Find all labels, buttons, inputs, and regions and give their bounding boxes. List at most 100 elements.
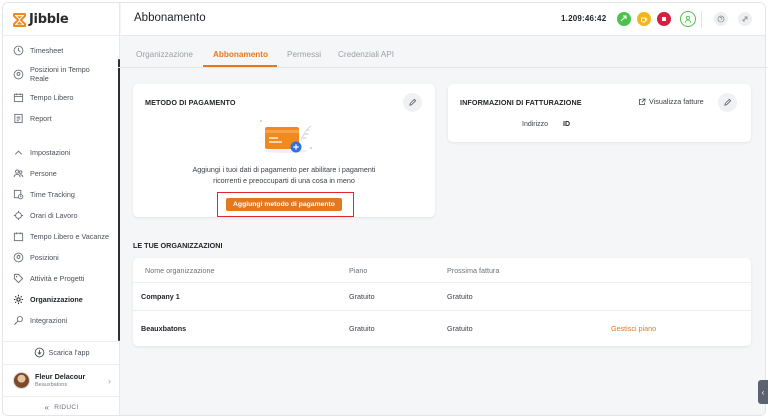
tag-icon xyxy=(12,273,24,285)
organizations-title: LE TUE ORGANIZZAZIONI xyxy=(133,241,223,250)
stop-icon xyxy=(662,17,666,21)
column-header-next-invoice: Prossima fattura xyxy=(447,265,500,275)
payment-method-title: METODO DI PAGAMENTO xyxy=(145,98,236,107)
sidebar-item-timesheet[interactable]: Timesheet xyxy=(3,40,120,61)
sidebar-item-time-off[interactable]: Tempo Libero xyxy=(3,87,120,108)
sidebar-item-label: Posizioni in Tempo Reale xyxy=(30,65,90,83)
vacation-icon xyxy=(12,231,24,243)
sidebar-scrollbar[interactable] xyxy=(118,59,120,341)
sidebar-item-label: Integrazioni xyxy=(30,316,68,325)
collapse-sidebar-button[interactable]: « RIDUCI xyxy=(3,396,120,415)
table-header-row: Nome organizzazione Piano Prossima fattu… xyxy=(133,258,751,283)
sidebar-section-settings[interactable]: Impostazioni xyxy=(3,142,120,163)
settings-nav: Impostazioni Persone Time Tracking Orari… xyxy=(3,142,120,331)
sidebar-item-label: Report xyxy=(30,114,52,123)
org-next-invoice: Gratuito xyxy=(447,324,473,333)
sidebar-item-time-tracking[interactable]: Time Tracking xyxy=(3,184,120,205)
edit-billing-button[interactable] xyxy=(718,93,737,112)
table-row[interactable]: Company 1 Gratuito Gratuito xyxy=(133,283,751,311)
gear-icon xyxy=(12,294,24,306)
avatar xyxy=(13,372,30,389)
collapse-label: RIDUCI xyxy=(54,403,79,411)
org-next-invoice: Gratuito xyxy=(447,292,473,301)
org-plan: Gratuito xyxy=(349,324,375,333)
org-name: Company 1 xyxy=(141,292,180,301)
download-app-button[interactable]: Scarica l'app xyxy=(3,341,120,363)
app-name: Jibble xyxy=(29,12,69,27)
column-header-name: Nome organizzazione xyxy=(145,265,215,275)
sidebar-item-label: Tempo Libero xyxy=(30,93,74,102)
view-invoices-link[interactable]: Visualizza fatture xyxy=(638,97,704,106)
chevron-left-icon: ‹ xyxy=(761,387,765,397)
sidebar-item-activities-projects[interactable]: Attività e Progetti xyxy=(3,268,120,289)
jibble-logo[interactable]: Jibble xyxy=(13,12,69,27)
sidebar-item-people[interactable]: Persone xyxy=(3,163,120,184)
calendar-icon xyxy=(12,92,24,104)
user-menu[interactable]: Fleur Delacour Beauxbatons › xyxy=(3,364,120,396)
sidebar-item-time-off-holidays[interactable]: Tempo Libero e Vacanze xyxy=(3,226,120,247)
table-row[interactable]: Beauxbatons Gratuito Gratuito Gestisci p… xyxy=(133,311,751,346)
sidebar-item-report[interactable]: Report xyxy=(3,108,120,129)
sidebar-item-locations[interactable]: Posizioni xyxy=(3,247,120,268)
double-chevron-left-icon: « xyxy=(44,402,50,412)
integrations-icon xyxy=(12,315,24,327)
clock-out-button[interactable] xyxy=(657,12,671,26)
person-clock-icon xyxy=(684,15,691,23)
location-icon xyxy=(12,252,24,264)
column-header-plan: Piano xyxy=(349,265,368,275)
sidebar-item-label: Time Tracking xyxy=(30,190,75,199)
payment-description: Aggiungi i tuoi dati di pagamento per ab… xyxy=(133,164,435,186)
manage-plan-link[interactable]: Gestisci piano xyxy=(611,311,656,346)
pencil-icon xyxy=(724,98,732,106)
page-title: Abbonamento xyxy=(134,12,206,24)
header-divider xyxy=(701,11,702,28)
clock-icon xyxy=(12,45,24,57)
time-tracking-icon xyxy=(12,189,24,201)
address-label: Indirizzo xyxy=(522,121,549,128)
payment-description-line-1: Aggiungi i tuoi dati di pagamento per ab… xyxy=(192,165,376,174)
clocked-in-status-button[interactable] xyxy=(680,11,696,27)
tabs-divider xyxy=(118,67,768,68)
org-plan: Gratuito xyxy=(349,292,375,301)
sidebar-item-label: Persone xyxy=(30,169,57,178)
clock-in-button[interactable] xyxy=(617,12,631,26)
main-nav: Timesheet Posizioni in Tempo Reale Tempo… xyxy=(3,40,120,129)
location-icon xyxy=(12,68,24,80)
billing-info-title: INFORMAZIONI DI FATTURAZIONE xyxy=(460,98,582,107)
add-payment-method-button[interactable]: Aggiungi metodo di pagamento xyxy=(226,198,342,211)
sidebar-section-label: Impostazioni xyxy=(30,148,71,157)
timer-display: 1.209:46:42 xyxy=(561,14,607,23)
logo-divider xyxy=(3,35,120,36)
report-icon xyxy=(12,113,24,125)
people-icon xyxy=(12,168,24,180)
sidebar-item-integrations[interactable]: Integrazioni xyxy=(3,310,120,331)
break-button[interactable] xyxy=(637,12,651,26)
sidebar-item-live-locations[interactable]: Posizioni in Tempo Reale xyxy=(3,61,120,87)
sidebar-item-label: Orari di Lavoro xyxy=(30,211,78,220)
sidebar-item-label: Tempo Libero e Vacanze xyxy=(30,232,109,241)
sidebar-item-label: Posizioni xyxy=(30,253,59,262)
help-button[interactable] xyxy=(714,12,728,26)
sidebar-item-organization[interactable]: Organizzazione xyxy=(3,289,120,310)
organizations-table: Nome organizzazione Piano Prossima fattu… xyxy=(133,258,751,346)
user-org: Beauxbatons xyxy=(35,382,68,388)
sidebar: Jibble Timesheet Posizioni in Tempo Real… xyxy=(3,3,120,415)
external-link-icon xyxy=(639,98,646,105)
activity-button[interactable] xyxy=(738,12,752,26)
billing-info-card: INFORMAZIONI DI FATTURAZIONE Visualizza … xyxy=(448,84,751,142)
pencil-icon xyxy=(409,98,417,106)
address-value: ID xyxy=(563,121,570,128)
payment-description-line-2: ricorrenti e preoccuparti di una cosa in… xyxy=(213,176,355,185)
work-schedule-icon xyxy=(12,210,24,222)
org-name: Beauxbatons xyxy=(141,324,187,333)
rocket-icon xyxy=(742,16,748,22)
chevron-right-icon: › xyxy=(108,376,111,386)
user-name: Fleur Delacour xyxy=(35,372,86,381)
side-panel-toggle[interactable]: ‹ xyxy=(758,380,768,404)
sidebar-item-work-schedules[interactable]: Orari di Lavoro xyxy=(3,205,120,226)
payment-method-card: METODO DI PAGAMENTO Aggiungi i tuoi dati… xyxy=(133,84,435,217)
edit-payment-button[interactable] xyxy=(403,93,422,112)
chevron-up-icon xyxy=(12,147,24,159)
help-icon xyxy=(717,15,725,23)
hourglass-logo-icon xyxy=(13,12,26,27)
